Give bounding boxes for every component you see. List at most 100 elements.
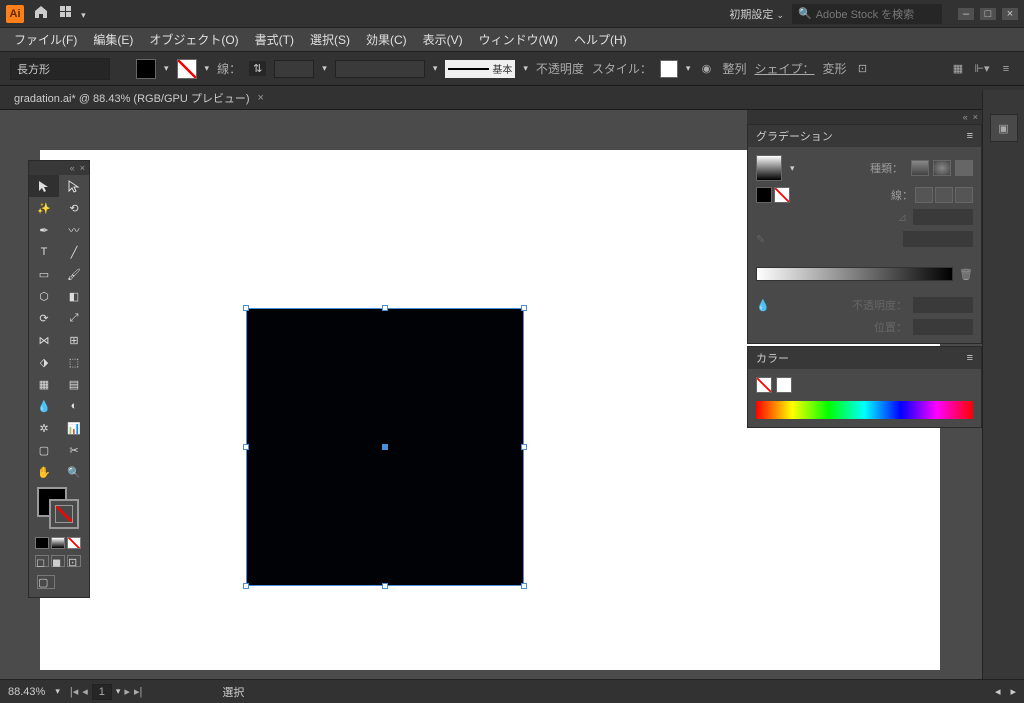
properties-panel-icon[interactable]: ▣: [990, 114, 1018, 142]
symbol-sprayer-tool[interactable]: ✲: [29, 417, 59, 439]
gradient-tab[interactable]: グラデーション: [756, 128, 833, 144]
aspect-input[interactable]: [903, 231, 973, 247]
recolor-icon[interactable]: ◉: [698, 61, 714, 77]
close-tab-icon[interactable]: ×: [258, 92, 264, 104]
graph-tool[interactable]: 📊: [59, 417, 89, 439]
align-label[interactable]: 整列: [722, 60, 746, 77]
handle-w[interactable]: [243, 444, 249, 450]
color-spectrum[interactable]: [756, 401, 973, 419]
menu-file[interactable]: ファイル(F): [8, 29, 83, 50]
handle-sw[interactable]: [243, 583, 249, 589]
handle-nw[interactable]: [243, 305, 249, 311]
brush-def[interactable]: [335, 60, 425, 78]
snap-icon[interactable]: ⊩▾: [974, 61, 990, 77]
eyedropper-icon[interactable]: 💧: [756, 299, 770, 312]
width-tool[interactable]: ⋈: [29, 329, 59, 351]
delete-stop-icon[interactable]: 🗑: [959, 268, 973, 281]
scroll-left-icon[interactable]: ◂: [995, 685, 1001, 698]
rectangle-tool[interactable]: ▭: [29, 263, 59, 285]
prefs-icon[interactable]: ≡: [998, 61, 1014, 77]
selection-tool[interactable]: [29, 175, 59, 197]
gradient-mode[interactable]: [51, 537, 65, 549]
close-button[interactable]: ×: [1002, 8, 1018, 20]
screen-mode[interactable]: ▢: [37, 575, 55, 589]
graphic-style-swatch[interactable]: [660, 60, 678, 78]
artboard-tool[interactable]: ▢: [29, 439, 59, 461]
artboard-number-input[interactable]: 1: [92, 684, 112, 700]
edit-gradient-icon[interactable]: ✎: [756, 233, 765, 246]
curvature-tool[interactable]: 〰: [59, 219, 89, 241]
home-icon[interactable]: [34, 5, 48, 22]
handle-ne[interactable]: [521, 305, 527, 311]
line-tool[interactable]: ╱: [59, 241, 89, 263]
fill-swatch[interactable]: [136, 59, 156, 79]
stroke-color[interactable]: [49, 499, 79, 529]
zoom-tool[interactable]: 🔍: [59, 461, 89, 483]
perspective-tool[interactable]: ⬚: [59, 351, 89, 373]
slice-tool[interactable]: ✂: [59, 439, 89, 461]
document-tab[interactable]: gradation.ai* @ 88.43% (RGB/GPU プレビュー)×: [8, 87, 270, 109]
isolate-icon[interactable]: ⊡: [855, 61, 871, 77]
menu-effect[interactable]: 効果(C): [360, 29, 413, 50]
menu-type[interactable]: 書式(T): [249, 29, 300, 50]
gradient-tool[interactable]: ▤: [59, 373, 89, 395]
none-swatch[interactable]: [756, 377, 772, 393]
stop-opacity-input[interactable]: [913, 297, 973, 313]
free-transform-tool[interactable]: ⊞: [59, 329, 89, 351]
white-swatch[interactable]: [776, 377, 792, 393]
magic-wand-tool[interactable]: ✨: [29, 197, 59, 219]
zoom-level[interactable]: 88.43%: [8, 686, 45, 698]
draw-normal[interactable]: ◻: [35, 555, 49, 567]
eraser-tool[interactable]: ◧: [59, 285, 89, 307]
hand-tool[interactable]: ✋: [29, 461, 59, 483]
handle-e[interactable]: [521, 444, 527, 450]
color-tab[interactable]: カラー: [756, 350, 789, 366]
stroke-dropdown[interactable]: ▾: [205, 63, 210, 74]
gradient-thumbnail[interactable]: [756, 155, 782, 181]
first-artboard-icon[interactable]: |◂: [70, 685, 78, 698]
menu-window[interactable]: ウィンドウ(W): [473, 29, 564, 50]
stroke-profile[interactable]: [274, 60, 314, 78]
fill-dropdown[interactable]: ▾: [164, 63, 169, 74]
menu-select[interactable]: 選択(S): [304, 29, 356, 50]
shape-builder-tool[interactable]: ⬗: [29, 351, 59, 373]
type-tool[interactable]: T: [29, 241, 59, 263]
shape-options-label[interactable]: シェイプ：: [754, 60, 814, 77]
pen-tool[interactable]: ✒: [29, 219, 59, 241]
next-artboard-icon[interactable]: ▸: [124, 685, 130, 698]
angle-input[interactable]: [913, 209, 973, 225]
panel-menu-icon[interactable]: ≡: [967, 130, 973, 142]
handle-s[interactable]: [382, 583, 388, 589]
color-mode[interactable]: [35, 537, 49, 549]
direct-selection-tool[interactable]: [59, 175, 89, 197]
radial-type[interactable]: [933, 160, 951, 176]
paintbrush-tool[interactable]: 🖌: [59, 263, 89, 285]
menu-view[interactable]: 表示(V): [417, 29, 469, 50]
minimize-button[interactable]: –: [958, 8, 974, 20]
handle-n[interactable]: [382, 305, 388, 311]
menu-edit[interactable]: 編集(E): [87, 29, 139, 50]
stroke-width-input[interactable]: ⇅: [249, 61, 266, 76]
dock-collapse-icon[interactable]: «: [963, 112, 968, 122]
stock-search-input[interactable]: 🔍Adobe Stock を検索: [792, 4, 942, 24]
gradient-fill[interactable]: [756, 187, 772, 203]
menu-object[interactable]: オブジェクト(O): [143, 29, 244, 50]
selected-rectangle[interactable]: [246, 308, 524, 586]
last-artboard-icon[interactable]: ▸|: [134, 685, 142, 698]
gradient-stroke[interactable]: [774, 187, 790, 203]
eyedropper-tool[interactable]: 💧: [29, 395, 59, 417]
shaper-tool[interactable]: ⬡: [29, 285, 59, 307]
mesh-tool[interactable]: ▦: [29, 373, 59, 395]
lasso-tool[interactable]: ⟲: [59, 197, 89, 219]
stop-location-input[interactable]: [913, 319, 973, 335]
draw-behind[interactable]: ◼: [51, 555, 65, 567]
panel-menu-icon[interactable]: ≡: [967, 352, 973, 364]
rotate-tool[interactable]: ⟳: [29, 307, 59, 329]
stroke-swatch[interactable]: [177, 59, 197, 79]
freeform-type[interactable]: [955, 160, 973, 176]
handle-se[interactable]: [521, 583, 527, 589]
menu-help[interactable]: ヘルプ(H): [568, 29, 633, 50]
toolbox-close-icon[interactable]: ×: [80, 163, 85, 173]
transform-label[interactable]: 変形: [822, 60, 846, 77]
prev-artboard-icon[interactable]: ◂: [82, 685, 88, 698]
